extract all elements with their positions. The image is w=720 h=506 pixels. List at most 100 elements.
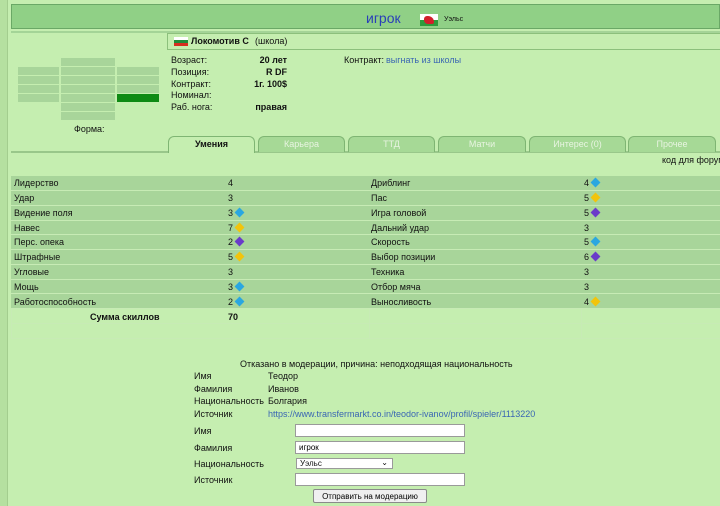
skill-name: Лидерство: [14, 178, 59, 188]
skill-name: Навес: [14, 223, 40, 233]
row-divider: [11, 279, 720, 280]
skills-table: [11, 176, 720, 309]
skill-name: Штрафные: [14, 252, 61, 262]
form-cell: [18, 94, 59, 102]
club-bar: Локомотив С (школа): [167, 33, 720, 50]
form-cell: [18, 67, 59, 75]
skill-value: 3: [584, 282, 590, 292]
source-label: Источник: [194, 475, 233, 485]
skill-value: 4: [584, 297, 590, 307]
submit-moderation-button[interactable]: Отправить на модерацию: [313, 489, 427, 503]
page-title: игрок: [366, 10, 401, 26]
skill-name: Дриблинг: [371, 178, 411, 188]
nationality-label: Национальность: [194, 459, 264, 469]
row-divider: [11, 249, 720, 250]
skill-name: Работоспособность: [14, 297, 97, 307]
skill-value: 3: [228, 208, 234, 218]
info-label: Позиция:: [171, 67, 210, 77]
nationality-select[interactable]: Уэльс ⌄: [296, 458, 393, 469]
skills-sum-label: Сумма скиллов: [90, 312, 160, 322]
current-last-name-label: Фамилия: [194, 384, 233, 394]
skill-value: 5: [584, 193, 590, 203]
form-cell: [117, 85, 159, 93]
form-cell: [117, 76, 159, 84]
first-name-input[interactable]: [295, 424, 465, 437]
info-label: Контракт:: [171, 79, 212, 89]
form-cell: [61, 112, 115, 120]
col-divider: [581, 309, 582, 339]
tab-other[interactable]: Прочее: [628, 136, 716, 152]
form-cell: [61, 94, 115, 102]
skill-name: Перс. опека: [14, 237, 65, 247]
current-source-link[interactable]: https://www.transfermarkt.co.in/teodor-i…: [268, 409, 535, 419]
info-value: R DF: [266, 67, 287, 77]
current-nationality-label: Национальность: [194, 396, 264, 406]
club-name[interactable]: Локомотив С: [191, 36, 249, 46]
row-divider: [11, 220, 720, 221]
skill-value: 4: [228, 178, 234, 188]
skill-name: Выносливость: [371, 297, 432, 307]
info-value: 1г. 100$: [254, 79, 287, 89]
skill-value: 7: [228, 223, 234, 233]
skill-name: Видение поля: [14, 208, 73, 218]
form-cell: [18, 85, 59, 93]
info-label: Возраст:: [171, 55, 208, 65]
tab-ttd[interactable]: ТТД: [348, 136, 435, 152]
row-divider: [11, 190, 720, 191]
form-cell: [61, 85, 115, 93]
skill-name: Игра головой: [371, 208, 427, 218]
skill-name: Удар: [14, 193, 35, 203]
release-from-school-link[interactable]: выгнать из школы: [386, 55, 461, 65]
row-divider: [11, 264, 720, 265]
skill-value: 4: [584, 178, 590, 188]
skill-name: Техника: [371, 267, 405, 277]
form-cell: [117, 67, 159, 75]
col-divider: [11, 309, 12, 339]
tab-skills[interactable]: Умения: [168, 136, 255, 153]
skill-value: 3: [228, 193, 234, 203]
wales-flag-icon: [420, 14, 438, 26]
skill-name: Скорость: [371, 237, 410, 247]
skill-value: 3: [228, 282, 234, 292]
current-last-name-value: Иванов: [268, 384, 299, 394]
tab-matches[interactable]: Матчи: [438, 136, 526, 152]
first-name-label: Имя: [194, 426, 212, 436]
current-nationality-value: Болгария: [268, 396, 307, 406]
last-name-label: Фамилия: [194, 443, 233, 453]
skill-value: 2: [228, 297, 234, 307]
current-source-label: Источник: [194, 409, 233, 419]
skill-name: Отбор мяча: [371, 282, 421, 292]
skill-value: 5: [584, 237, 590, 247]
skill-value: 5: [228, 252, 234, 262]
form-cell: [61, 76, 115, 84]
row-divider: [11, 234, 720, 235]
row-divider: [11, 293, 720, 294]
bulgaria-flag-icon: [174, 37, 188, 46]
source-input[interactable]: [295, 473, 465, 486]
col-divider: [369, 309, 370, 339]
current-first-name-value: Теодор: [268, 371, 299, 381]
form-cell: [18, 76, 59, 84]
form-cell-current: [117, 94, 159, 102]
skill-name: Пас: [371, 193, 387, 203]
moderation-reason: Отказано в модерации, причина: неподходя…: [240, 359, 513, 369]
skill-value: 2: [228, 237, 234, 247]
skill-name: Выбор позиции: [371, 252, 436, 262]
skill-value: 3: [584, 223, 590, 233]
tab-interest[interactable]: Интерес (0): [529, 136, 626, 152]
info-value: правая: [255, 102, 287, 112]
tab-career[interactable]: Карьера: [258, 136, 345, 152]
form-cell: [61, 67, 115, 75]
skill-name: Дальний удар: [371, 223, 430, 233]
row-divider: [11, 205, 720, 206]
info-value: 20 лет: [259, 55, 287, 65]
last-name-input[interactable]: [295, 441, 465, 454]
row-divider: [11, 308, 720, 309]
form-cell: [61, 103, 115, 111]
skills-sum-value: 70: [228, 312, 239, 322]
skill-value: 6: [584, 252, 590, 262]
forum-code-link[interactable]: код для форума: [662, 155, 720, 165]
skill-value: 3: [228, 267, 234, 277]
left-rail: [0, 0, 8, 506]
skill-value: 3: [584, 267, 590, 277]
